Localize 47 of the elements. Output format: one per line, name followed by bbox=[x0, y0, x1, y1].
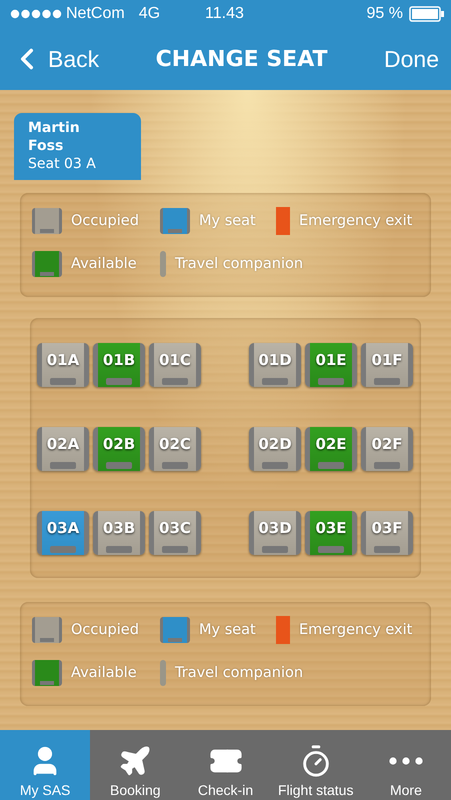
battery-icon bbox=[409, 6, 445, 22]
more-dots-icon bbox=[388, 757, 423, 765]
seat-button[interactable]: 02C bbox=[149, 427, 201, 471]
seat-button[interactable]: 01B bbox=[93, 343, 145, 387]
legend-label: My seat bbox=[199, 622, 256, 638]
done-button[interactable]: Done bbox=[384, 46, 439, 72]
legend-label: Emergency exit bbox=[299, 622, 412, 638]
clock-label: 11.43 bbox=[205, 5, 244, 23]
seat-button[interactable]: 01C bbox=[149, 343, 201, 387]
screen-title: CHANGE SEAT bbox=[156, 46, 328, 72]
seat-button[interactable]: 01F bbox=[361, 343, 413, 387]
legend-label: Travel companion bbox=[175, 665, 304, 681]
carrier-label: NetCom bbox=[66, 5, 125, 23]
battery-label: 95 % bbox=[366, 5, 403, 23]
seat-button[interactable]: 03E bbox=[305, 511, 357, 555]
seat-button[interactable]: 03B bbox=[93, 511, 145, 555]
seat-button[interactable]: 02E bbox=[305, 427, 357, 471]
tab-bar-item[interactable]: Check-in bbox=[180, 730, 271, 800]
seat-button[interactable]: 03F bbox=[361, 511, 413, 555]
seat-button[interactable]: 01E bbox=[305, 343, 357, 387]
network-label: 4G bbox=[138, 5, 160, 23]
legend-label: Available bbox=[71, 665, 137, 681]
legend-label: Occupied bbox=[71, 213, 139, 229]
tab-bar-item[interactable]: My SAS bbox=[0, 730, 90, 800]
signal-icon bbox=[10, 9, 62, 19]
legend-label: Travel companion bbox=[175, 256, 304, 272]
seat-button[interactable]: 02B bbox=[93, 427, 145, 471]
seat-button[interactable]: 03A bbox=[37, 511, 89, 555]
seat-button[interactable]: 01A bbox=[37, 343, 89, 387]
legend-label: Occupied bbox=[71, 622, 139, 638]
seat-button[interactable]: 03C bbox=[149, 511, 201, 555]
legend-label: Emergency exit bbox=[299, 213, 412, 229]
seat-button[interactable]: 03D bbox=[249, 511, 301, 555]
legend-label: Available bbox=[71, 256, 137, 272]
seat-button[interactable]: 02A bbox=[37, 427, 89, 471]
tab-bar-item[interactable]: More bbox=[360, 730, 451, 800]
seat-button[interactable]: 02D bbox=[249, 427, 301, 471]
passenger-tab[interactable]: Martin Foss Seat 03 A bbox=[14, 113, 141, 180]
seat-button[interactable]: 02F bbox=[361, 427, 413, 471]
exit-marker-icon bbox=[276, 207, 290, 235]
tab-bar-item[interactable]: Booking bbox=[90, 730, 180, 800]
legend-label: My seat bbox=[199, 213, 256, 229]
back-button[interactable]: Back bbox=[10, 42, 100, 76]
tab-bar-item[interactable]: Flight status bbox=[270, 730, 361, 800]
seat-button[interactable]: 01D bbox=[249, 343, 301, 387]
exit-marker-icon bbox=[276, 616, 290, 644]
plane-icon bbox=[118, 744, 152, 778]
